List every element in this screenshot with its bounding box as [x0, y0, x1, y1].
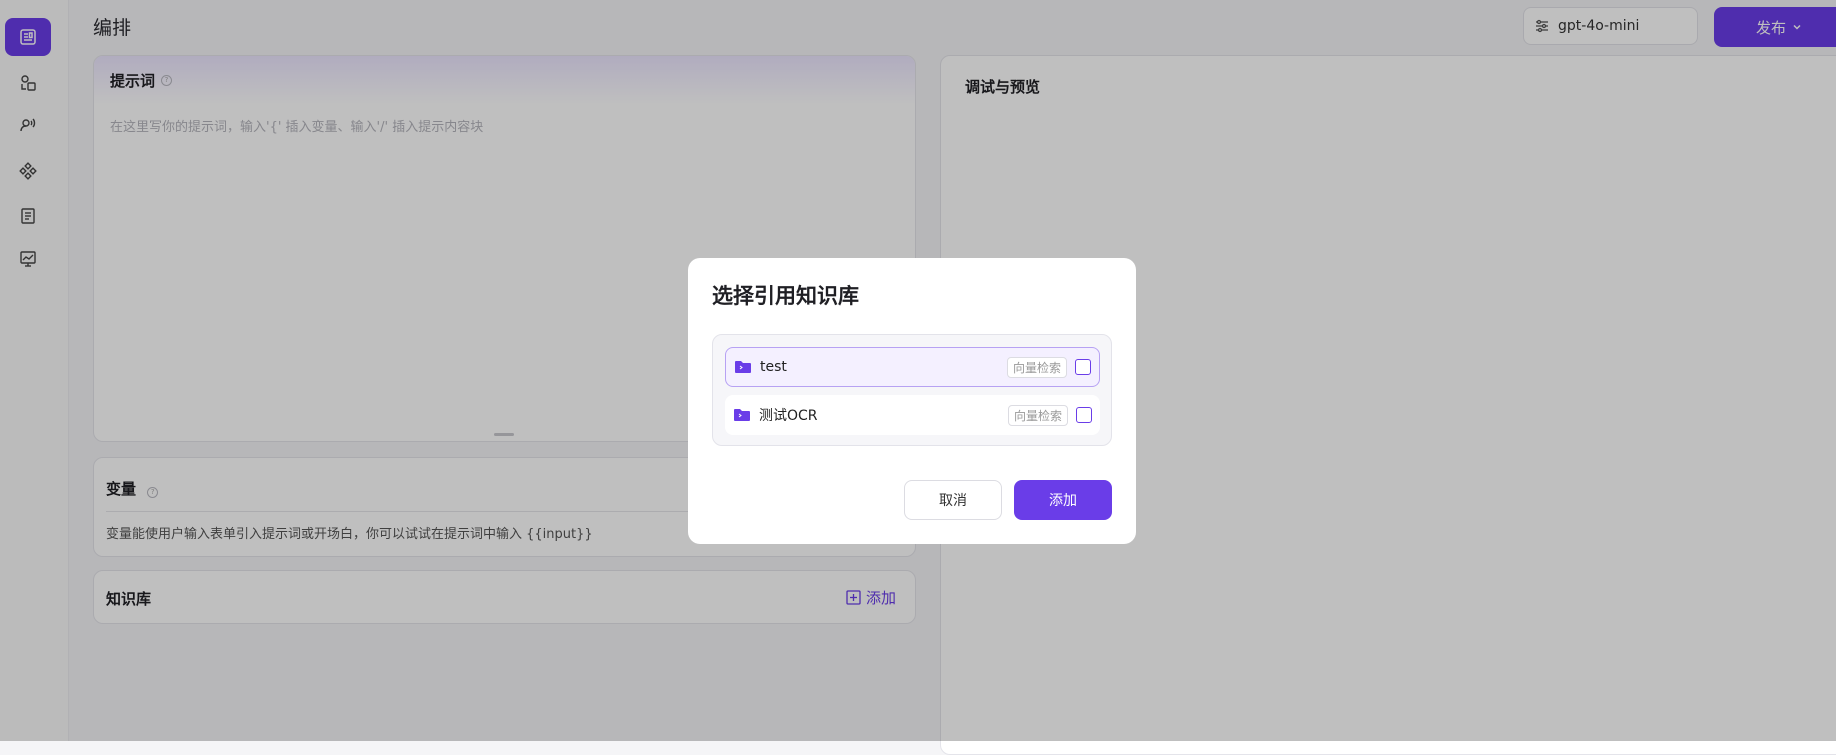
knowledge-checkbox[interactable]: [1075, 359, 1091, 375]
knowledge-checkbox[interactable]: [1076, 407, 1092, 423]
knowledge-item[interactable]: test 向量检索: [725, 347, 1100, 387]
add-button[interactable]: 添加: [1014, 480, 1112, 520]
cancel-button[interactable]: 取消: [904, 480, 1002, 520]
knowledge-list: test 向量检索 测试OCR 向量检索: [712, 334, 1112, 446]
knowledge-name: test: [760, 359, 787, 375]
select-knowledge-dialog: 选择引用知识库 test 向量检索 测试OCR 向量检索 取消 添加: [688, 258, 1136, 544]
folder-icon: [735, 361, 751, 373]
knowledge-name: 测试OCR: [759, 408, 818, 424]
retrieval-tag: 向量检索: [1006, 356, 1067, 378]
knowledge-item[interactable]: 测试OCR 向量检索: [725, 395, 1100, 435]
retrieval-tag: 向量检索: [1007, 404, 1068, 426]
dialog-title: 选择引用知识库: [712, 284, 859, 308]
folder-icon: [734, 409, 750, 421]
